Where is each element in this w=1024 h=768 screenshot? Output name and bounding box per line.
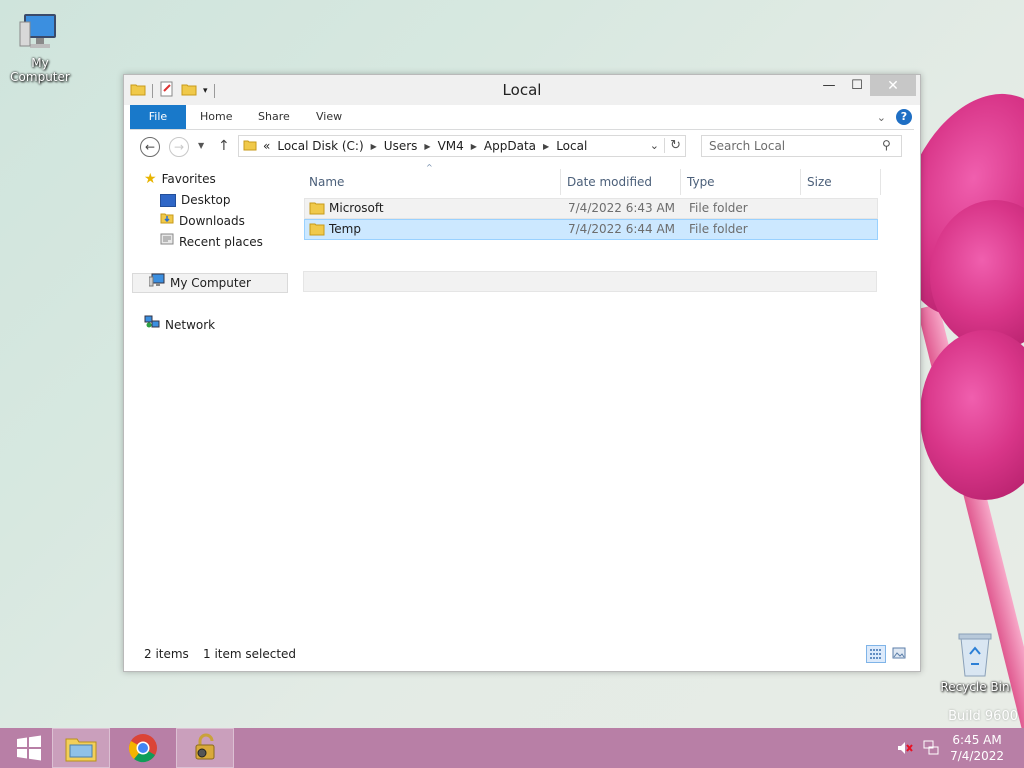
navigation-pane: ★ Favorites Desktop Downloads Recent pla… [130,167,290,637]
column-header-size[interactable]: Size [801,169,881,195]
nav-favorites[interactable]: ★ Favorites [144,169,216,189]
breadcrumb-local-disk[interactable]: Local Disk (C:) [277,139,363,153]
search-input[interactable]: Search Local [701,135,902,157]
help-icon[interactable]: ? [896,109,912,125]
forward-button[interactable]: → [169,137,189,157]
tab-view[interactable]: View [316,105,342,129]
explorer-window: ▾ Local — ☐ ✕ File Home Share View ⌄ ? ←… [123,74,921,672]
nav-label: Favorites [161,172,216,186]
chevron-right-icon[interactable]: ▶ [424,142,430,151]
desktop-icon-recycle-bin[interactable]: Recycle Bin [935,630,1015,694]
chrome-icon [128,734,157,763]
column-header-date-modified[interactable]: Date modified [561,169,681,195]
column-header-name[interactable]: Name [303,169,561,195]
nav-label: Downloads [179,214,245,228]
computer-icon [18,10,62,54]
nav-desktop[interactable]: Desktop [160,190,231,210]
back-button[interactable]: ← [140,137,160,157]
folder-icon [309,201,325,221]
desktop-icon-label: Recycle Bin [940,680,1010,694]
computer-icon [148,273,165,293]
breadcrumb-appdata[interactable]: AppData [484,139,536,153]
volume-muted-icon[interactable] [896,740,914,759]
close-button[interactable]: ✕ [870,75,916,96]
network-icon [144,315,160,335]
clock-date: 7/4/2022 [950,749,1004,763]
address-bar[interactable]: « Local Disk (C:) ▶ Users ▶ VM4 ▶ AppDat… [238,135,686,157]
file-date: 7/4/2022 6:44 AM [568,222,676,236]
column-header-type[interactable]: Type [681,169,801,195]
title-bar[interactable]: ▾ Local — ☐ ✕ [124,75,920,105]
breadcrumb-users[interactable]: Users [384,139,418,153]
ribbon: File Home Share View ⌄ ? [130,105,914,130]
file-type: File folder [689,201,748,215]
build-watermark: Build 9600 [948,709,1018,724]
file-name: Microsoft [329,201,384,215]
clock-time: 6:45 AM [952,733,1002,747]
windows-logo-icon [17,735,41,761]
file-row[interactable] [303,271,877,292]
network-tray-icon[interactable] [922,740,940,759]
expand-ribbon-icon[interactable]: ⌄ [877,111,886,124]
refresh-icon[interactable]: ↻ [664,138,681,153]
nav-label: Network [165,318,216,332]
nav-network[interactable]: Network [144,315,215,335]
tab-file[interactable]: File [130,105,186,129]
recent-locations-icon[interactable]: ▼ [198,141,204,150]
navigation-bar: ← → ▼ ↑ « Local Disk (C:) ▶ Users ▶ VM4 … [130,133,914,163]
taskbar-file-explorer[interactable] [52,728,110,768]
selection-count: 1 item selected [203,647,297,661]
star-icon: ★ [144,171,157,187]
tab-home[interactable]: Home [200,105,232,129]
status-bar: 2 items 1 item selected [130,643,914,665]
nav-label: Recent places [179,235,263,249]
file-explorer-icon [65,738,97,762]
minimize-button[interactable]: — [816,75,842,96]
chevron-right-icon[interactable]: ▶ [543,142,549,151]
nav-my-computer[interactable]: My Computer [132,273,288,293]
window-title: Local [502,81,542,99]
chevron-right-icon[interactable]: ▶ [371,142,377,151]
nav-label: My Computer [170,276,251,290]
file-type: File folder [689,222,748,236]
recycle-bin-icon [955,630,995,678]
lock-gear-icon [195,733,215,760]
chevron-right-icon[interactable]: ▶ [471,142,477,151]
address-dropdown-icon[interactable]: ⌄ [650,139,659,152]
file-name: Temp [329,222,361,236]
ribbon-right: ⌄ ? [877,109,912,125]
taskbar-chrome[interactable] [114,728,172,768]
maximize-button[interactable]: ☐ [844,75,870,96]
folder-icon [243,138,257,155]
folder-icon [309,222,325,242]
file-row-temp[interactable]: Temp 7/4/2022 6:44 AM File folder [304,219,878,240]
start-button[interactable] [0,728,58,768]
taskbar-app[interactable] [176,728,234,768]
nav-downloads[interactable]: Downloads [160,211,245,231]
nav-recent-places[interactable]: Recent places [160,232,263,252]
desktop-icon-label: My Computer [10,56,70,84]
nav-label: Desktop [181,193,231,207]
breadcrumb-vm4[interactable]: VM4 [438,139,464,153]
large-icons-view-button[interactable] [890,645,910,663]
clock[interactable]: 6:45 AM 7/4/2022 [950,732,1004,764]
search-icon[interactable]: ⚲ [882,138,891,152]
recent-places-icon [160,232,174,252]
up-arrow-icon[interactable]: ↑ [218,138,230,154]
desktop-icon-my-computer[interactable]: My Computer [0,10,80,84]
downloads-icon [160,211,174,231]
breadcrumb-local[interactable]: Local [556,139,587,153]
tab-share[interactable]: Share [258,105,290,129]
file-row-microsoft[interactable]: Microsoft 7/4/2022 6:43 AM File folder [304,198,878,219]
desktop-icon [160,193,176,207]
item-count: 2 items [144,647,189,661]
breadcrumb-overflow[interactable]: « [263,139,270,153]
file-date: 7/4/2022 6:43 AM [568,201,676,215]
taskbar: 6:45 AM 7/4/2022 [0,728,1024,768]
details-view-button[interactable] [866,645,886,663]
